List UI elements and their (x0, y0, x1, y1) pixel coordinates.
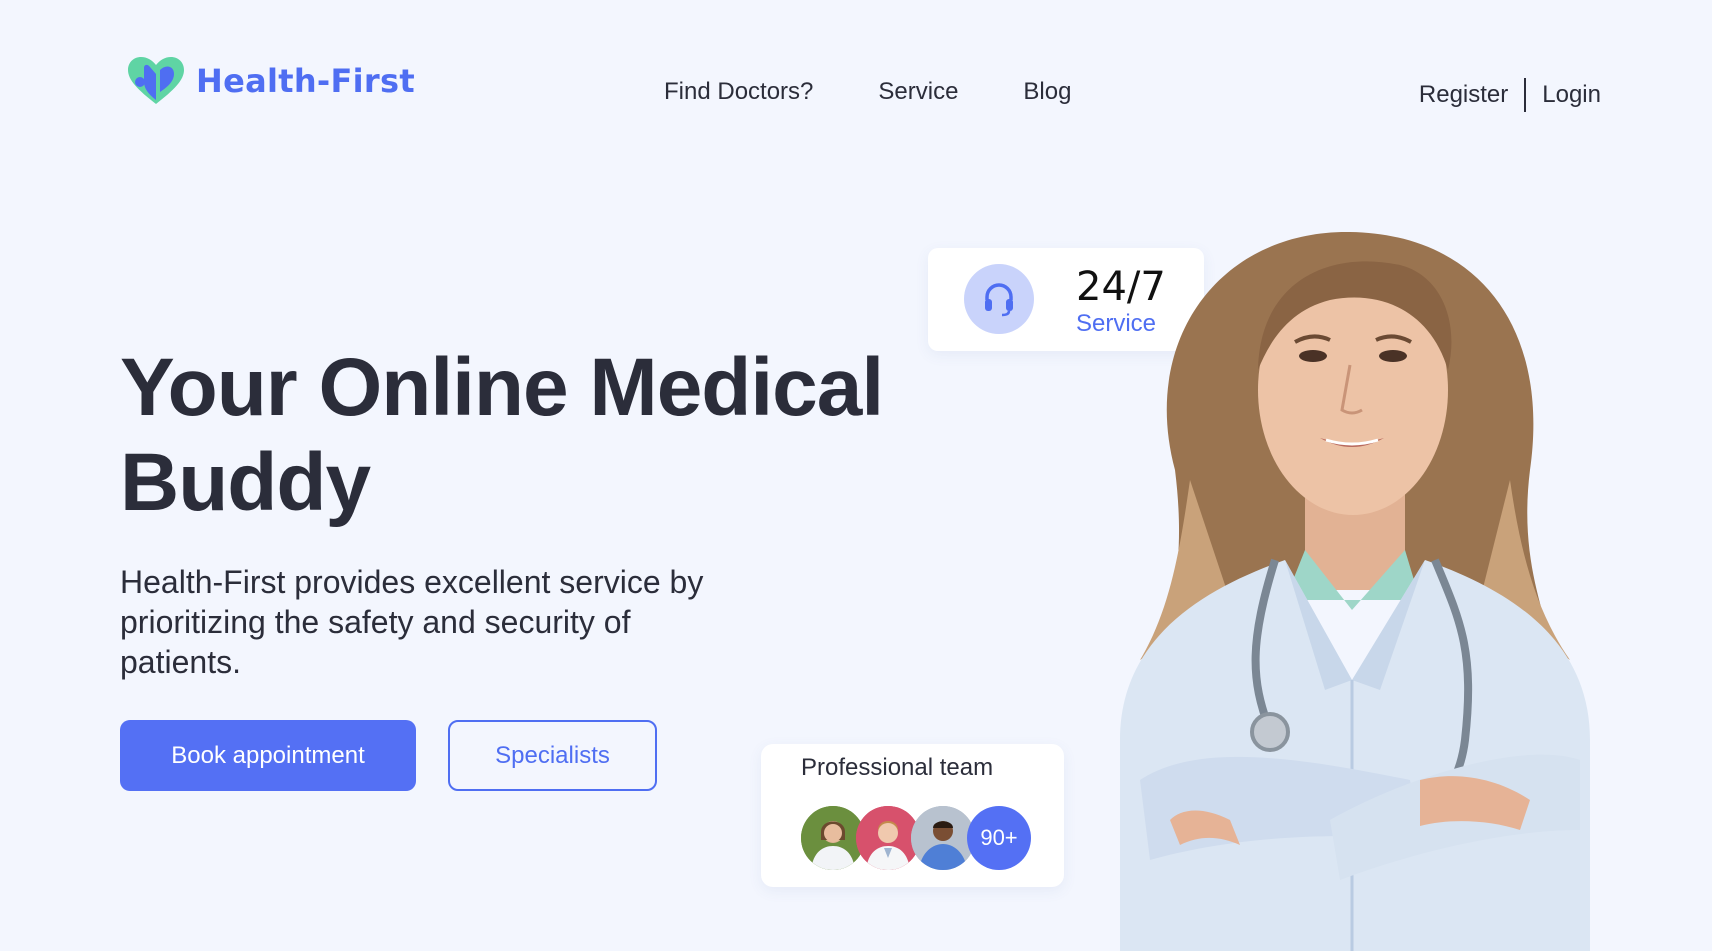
login-link[interactable]: Login (1542, 81, 1601, 109)
auth-links: Register Login (1419, 78, 1601, 112)
doctor-image (1120, 231, 1590, 951)
register-link[interactable]: Register (1419, 81, 1508, 109)
team-avatars: 90+ (801, 806, 1031, 872)
team-card: Professional team 90+ (761, 744, 1064, 887)
headline-line-1: Your Online Medical (120, 342, 884, 433)
heart-logo-icon (128, 57, 184, 104)
book-appointment-button[interactable]: Book appointment (120, 720, 416, 791)
headline-line-2: Buddy (120, 437, 371, 528)
main-nav: Find Doctors? Service Blog (664, 78, 1071, 106)
avatar (911, 806, 975, 870)
headset-icon (964, 264, 1034, 334)
brand-name: Health-First (196, 62, 415, 100)
hero-headline: Your Online Medical Buddy (120, 340, 884, 530)
specialists-button[interactable]: Specialists (448, 720, 657, 791)
team-title: Professional team (801, 754, 994, 781)
nav-blog[interactable]: Blog (1023, 78, 1071, 106)
nav-service[interactable]: Service (878, 78, 958, 106)
team-count-badge: 90+ (967, 806, 1031, 870)
logo[interactable]: Health-First (126, 56, 415, 106)
hero-description: Health-First provides excellent service … (120, 564, 704, 680)
nav-find-doctors[interactable]: Find Doctors? (664, 78, 813, 106)
auth-divider (1524, 78, 1527, 112)
